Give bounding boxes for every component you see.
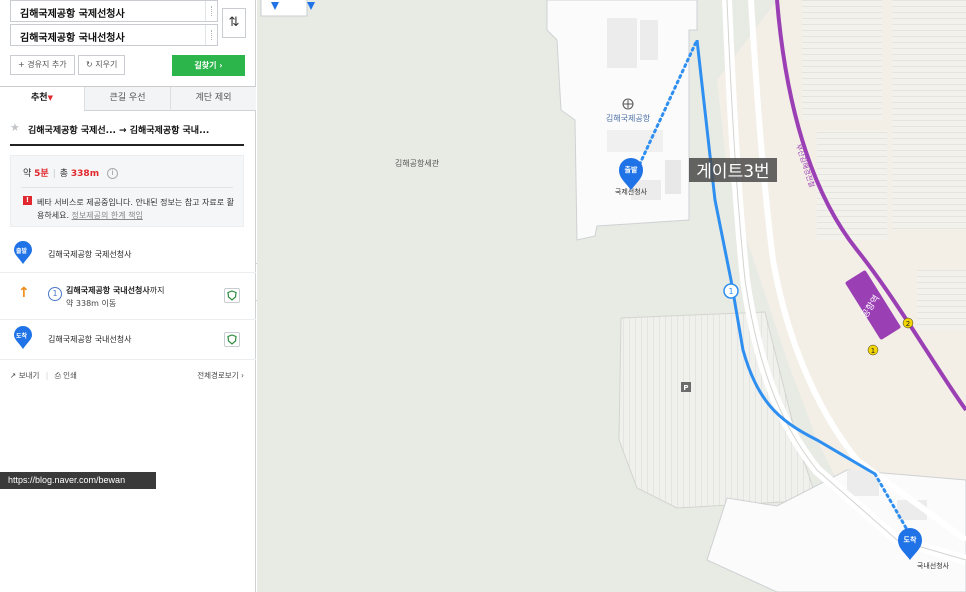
svg-text:2: 2 <box>906 320 910 328</box>
route-option-tabs: 추천▼ 큰길 우선 계단 제외 <box>0 86 256 111</box>
tab-recommended[interactable]: 추천▼ <box>0 87 84 111</box>
route-title: ★ 김해국제공항 국제선... → 김해국제공항 국내... <box>10 116 244 146</box>
step-number-badge: 1 <box>48 287 62 301</box>
swap-vertical-icon: ⇅ <box>228 15 240 30</box>
svg-text:1: 1 <box>871 347 875 355</box>
arrow-up-icon: ↑ <box>18 285 30 301</box>
star-icon[interactable]: ★ <box>10 121 20 134</box>
share-icon: ↗ <box>10 371 17 380</box>
share-row: ↗ 보내기 | ⎙ 인쇄 전체경로보기 › <box>10 370 244 381</box>
step-label: 김해국제공항 국내선청사까지 <box>66 286 165 295</box>
parking-glyph: P <box>683 384 688 392</box>
drag-handle[interactable] <box>205 25 217 45</box>
svg-text:출발: 출발 <box>625 165 638 174</box>
tab-main-road[interactable]: 큰길 우선 <box>84 87 170 111</box>
info-icon[interactable]: i <box>106 168 118 179</box>
print-button[interactable]: ⎙ 인쇄 <box>55 371 77 380</box>
beta-info-link[interactable]: 정보제공의 한계 책임 <box>72 211 143 220</box>
send-button[interactable]: ↗ 보내기 <box>10 371 39 380</box>
destination-value: 김해국제공항 국내선청사 <box>20 33 125 44</box>
map-mode-control[interactable] <box>260 0 308 17</box>
shield-icon[interactable] <box>224 332 240 347</box>
tab-no-stairs[interactable]: 계단 제외 <box>170 87 256 111</box>
map-svg: P 부산김해경전철 공항역 2 1 1 김해공항세관 김해국제공항 출발 국제선… <box>260 0 966 592</box>
origin-field[interactable]: 김해국제공항 국제선청사 <box>10 0 218 22</box>
caret-down-icon: ▼ <box>47 94 53 102</box>
print-icon: ⎙ <box>54 371 61 380</box>
clear-button[interactable]: ↻ 지우기 <box>78 55 126 75</box>
step-walk[interactable]: ↑ 1 김해국제공항 국내선청사까지 약 338m 이동 <box>0 273 256 320</box>
url-watermark: https://blog.naver.com/bewan <box>0 472 156 489</box>
map-canvas[interactable]: P 부산김해경전철 공항역 2 1 1 김해공항세관 김해국제공항 출발 국제선… <box>257 0 966 592</box>
step-label: 김해국제공항 국내선청사 <box>48 335 132 344</box>
step-label: 김해국제공항 국제선청사 <box>48 250 132 259</box>
departure-label: 국제선청사 <box>615 187 648 196</box>
find-route-button[interactable]: 길찾기 › <box>172 55 245 76</box>
warning-icon: ! <box>23 196 32 205</box>
airport-label: 김해국제공항 <box>606 113 651 123</box>
customs-label: 김해공항세관 <box>395 158 440 168</box>
destination-field[interactable]: 김해국제공항 국내선청사 <box>10 24 218 46</box>
step-departure[interactable]: 출발 김해국제공항 국제선청사 <box>0 236 256 273</box>
parking-lot <box>917 270 966 330</box>
building-block <box>640 20 658 60</box>
full-route-link[interactable]: 전체경로보기 › <box>197 370 244 381</box>
svg-text:도착: 도착 <box>904 535 917 544</box>
arrival-label: 국내선청사 <box>917 561 950 570</box>
drag-handle[interactable] <box>205 1 217 21</box>
parking-lot <box>892 0 966 230</box>
route-time-distance: 약 5분 | 총 338m i <box>23 166 118 179</box>
divider <box>21 187 233 188</box>
route-time: 5분 <box>34 169 49 179</box>
route-summary: 약 5분 | 총 338m i ! 베타 서비스로 제공중입니다. 안내된 정보는 … <box>10 155 244 227</box>
parking-lot <box>802 0 882 120</box>
beta-notice: 베타 서비스로 제공중입니다. 안내된 정보는 참고 자료로 활용하세요. 정보… <box>37 198 234 220</box>
building-block <box>665 160 681 194</box>
add-waypoint-button[interactable]: + 경유지 추가 <box>10 55 75 75</box>
step-arrival[interactable]: 도착 김해국제공항 국내선청사 <box>0 320 256 360</box>
building-block <box>607 18 637 68</box>
route-distance: 338m <box>70 169 100 179</box>
parking-lot <box>817 130 887 240</box>
origin-value: 김해국제공항 국제선청사 <box>20 9 125 20</box>
swap-button[interactable]: ⇅ <box>222 8 246 38</box>
route-panel: 김해국제공항 국제선청사 김해국제공항 국내선청사 ⇅ + 경유지 추가 ↻ 지… <box>0 0 256 592</box>
shield-icon[interactable] <box>224 288 240 303</box>
route-title-text: 김해국제공항 국제선... → 김해국제공항 국내... <box>28 126 210 136</box>
pin-icon <box>307 2 315 10</box>
step-distance: 약 338m 이동 <box>66 299 117 308</box>
refresh-icon: ↻ <box>86 60 93 69</box>
svg-text:1: 1 <box>728 287 733 296</box>
gate-label: 게이트3번 <box>696 162 769 182</box>
